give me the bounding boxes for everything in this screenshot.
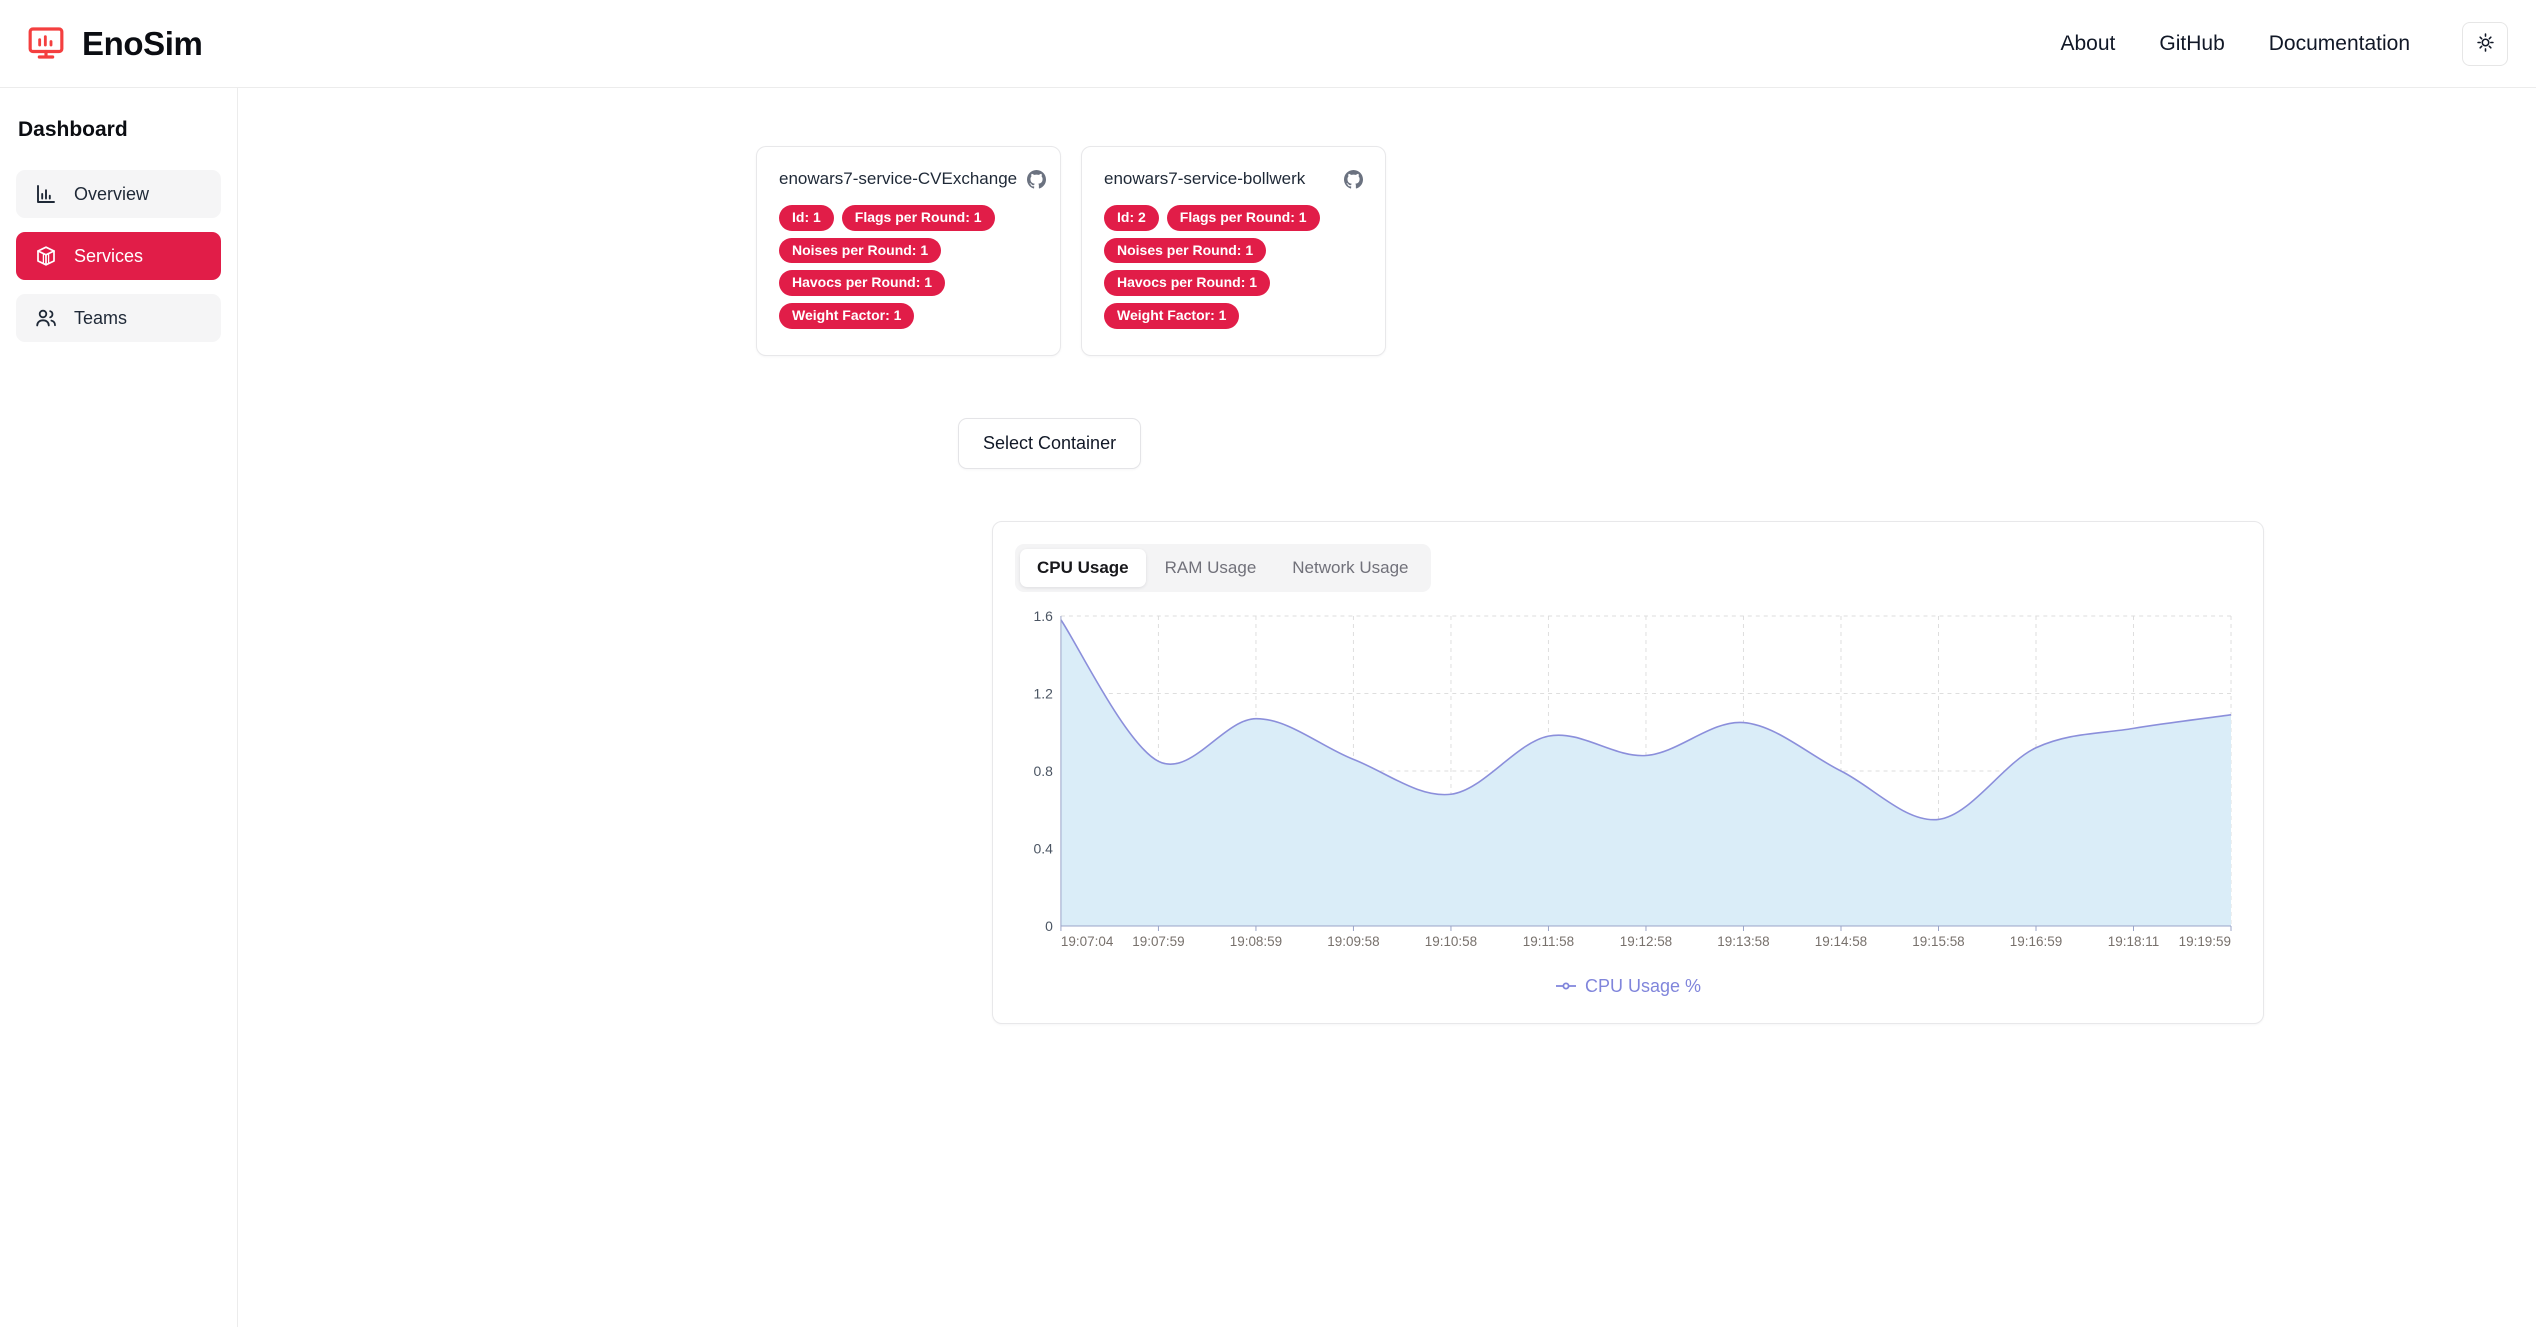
app-shell: Dashboard Overview Services [0, 88, 2536, 1327]
tab-ram-usage[interactable]: RAM Usage [1148, 549, 1274, 587]
sidebar: Dashboard Overview Services [0, 88, 238, 1327]
status-badge: Id: 2 [1104, 205, 1159, 231]
sidebar-item-services[interactable]: Services [16, 232, 221, 280]
sun-icon [2475, 32, 2496, 56]
legend-marker-icon [1555, 980, 1577, 992]
service-card-header: enowars7-service-bollwerk [1104, 169, 1363, 189]
service-badges: Id: 1 Flags per Round: 1 Noises per Roun… [779, 205, 1038, 329]
status-badge: Weight Factor: 1 [1104, 303, 1239, 329]
svg-text:19:15:58: 19:15:58 [1912, 934, 1964, 949]
sidebar-item-teams[interactable]: Teams [16, 294, 221, 342]
svg-text:19:16:59: 19:16:59 [2010, 934, 2062, 949]
service-card-header: enowars7-service-CVExchange [779, 169, 1038, 189]
chart-legend[interactable]: CPU Usage % [1015, 976, 2241, 997]
github-icon[interactable] [1344, 170, 1363, 189]
status-badge: Id: 1 [779, 205, 834, 231]
svg-text:1.2: 1.2 [1034, 685, 1054, 701]
legend-label: CPU Usage % [1585, 976, 1701, 997]
theme-toggle-button[interactable] [2462, 22, 2508, 66]
status-badge: Flags per Round: 1 [842, 205, 995, 231]
status-badge: Flags per Round: 1 [1167, 205, 1320, 231]
service-card[interactable]: enowars7-service-bollwerk Id: 2 Flags pe… [1081, 146, 1386, 356]
tab-cpu-usage[interactable]: CPU Usage [1020, 549, 1146, 587]
brand: EnoSim [26, 24, 202, 64]
svg-text:19:14:58: 19:14:58 [1815, 934, 1867, 949]
sidebar-title: Dashboard [16, 110, 221, 142]
service-name: enowars7-service-CVExchange [779, 169, 1017, 189]
service-card[interactable]: enowars7-service-CVExchange Id: 1 Flags … [756, 146, 1061, 356]
svg-text:1.6: 1.6 [1034, 608, 1054, 624]
svg-text:0.4: 0.4 [1034, 840, 1054, 856]
svg-text:19:08:59: 19:08:59 [1230, 934, 1282, 949]
svg-text:0.8: 0.8 [1034, 763, 1054, 779]
svg-text:19:13:58: 19:13:58 [1717, 934, 1769, 949]
sidebar-item-label: Overview [74, 184, 149, 205]
github-icon[interactable] [1027, 170, 1046, 189]
users-icon [34, 306, 58, 330]
service-cards: enowars7-service-CVExchange Id: 1 Flags … [238, 88, 2536, 356]
status-badge: Noises per Round: 1 [1104, 238, 1266, 264]
status-badge: Havocs per Round: 1 [1104, 270, 1270, 296]
service-badges: Id: 2 Flags per Round: 1 Noises per Roun… [1104, 205, 1363, 329]
status-badge: Weight Factor: 1 [779, 303, 914, 329]
svg-text:19:09:58: 19:09:58 [1327, 934, 1379, 949]
svg-text:0: 0 [1045, 918, 1053, 934]
metric-tabs: CPU Usage RAM Usage Network Usage [1015, 544, 1431, 592]
svg-text:19:18:11: 19:18:11 [2108, 934, 2159, 949]
nav-link-about[interactable]: About [2039, 22, 2138, 66]
svg-text:19:19:59: 19:19:59 [2179, 934, 2231, 949]
main-content: enowars7-service-CVExchange Id: 1 Flags … [238, 88, 2536, 1327]
monitor-chart-icon [26, 24, 66, 64]
bar-chart-icon [34, 182, 58, 206]
brand-name: EnoSim [82, 25, 202, 63]
top-nav: About GitHub Documentation [2039, 22, 2509, 66]
svg-text:19:07:04: 19:07:04 [1061, 934, 1114, 949]
chart-svg: 0 0.4 0.8 1.2 1.6 19:07:04 19:07:59 19:08:59 19:… [1015, 606, 2241, 966]
nav-link-documentation[interactable]: Documentation [2247, 22, 2432, 66]
select-container-wrap: Select Container [238, 356, 2536, 469]
svg-text:19:10:58: 19:10:58 [1425, 934, 1477, 949]
status-badge: Havocs per Round: 1 [779, 270, 945, 296]
svg-text:19:11:58: 19:11:58 [1523, 934, 1574, 949]
service-name: enowars7-service-bollwerk [1104, 169, 1305, 189]
sidebar-item-overview[interactable]: Overview [16, 170, 221, 218]
cpu-usage-chart: 0 0.4 0.8 1.2 1.6 19:07:04 19:07:59 19:08:59 19:… [1015, 606, 2241, 966]
status-badge: Noises per Round: 1 [779, 238, 941, 264]
box-container-icon [34, 244, 58, 268]
sidebar-item-label: Teams [74, 308, 127, 329]
top-bar: EnoSim About GitHub Documentation [0, 0, 2536, 88]
tab-network-usage[interactable]: Network Usage [1275, 549, 1425, 587]
select-container-button[interactable]: Select Container [958, 418, 1141, 469]
svg-text:19:07:59: 19:07:59 [1132, 934, 1184, 949]
svg-text:19:12:58: 19:12:58 [1620, 934, 1672, 949]
sidebar-item-label: Services [74, 246, 143, 267]
nav-link-github[interactable]: GitHub [2137, 22, 2246, 66]
metrics-panel: CPU Usage RAM Usage Network Usage 0 0.4 0.… [992, 521, 2264, 1024]
